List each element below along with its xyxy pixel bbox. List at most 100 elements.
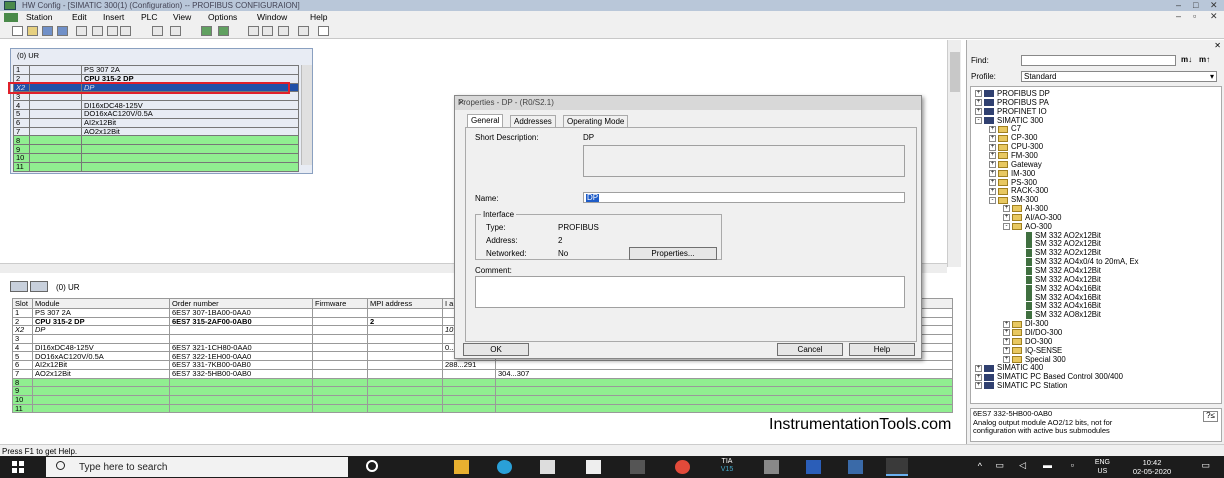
tree-item[interactable]: SM 332 AO4x12Bit [1017, 275, 1101, 284]
rack-row-empty[interactable]: 11 [13, 161, 299, 172]
tab-general[interactable]: General [467, 114, 504, 127]
col-firmware[interactable]: Firmware [312, 298, 368, 309]
name-input[interactable]: DP [583, 192, 905, 203]
tab-addresses[interactable]: Addresses [510, 115, 556, 127]
tree-item[interactable]: + SIMATIC PC Station [975, 381, 1067, 390]
tree-item[interactable]: SM 332 AO2x12Bit [1017, 248, 1101, 257]
expand-icon[interactable]: + [975, 373, 982, 381]
col-mpi-address[interactable]: MPI address [367, 298, 443, 309]
store-icon[interactable] [540, 460, 555, 474]
simatic-manager-icon[interactable] [764, 460, 779, 474]
expand-icon[interactable]: + [1003, 214, 1010, 222]
minimize-icon[interactable]: – [1176, 0, 1181, 10]
copy-icon[interactable] [92, 26, 103, 36]
comment-textarea[interactable] [475, 276, 905, 308]
table-row-empty[interactable]: 8 [12, 377, 953, 388]
tree-item[interactable]: SM 332 AO4x16Bit [1017, 284, 1101, 293]
tree-item[interactable]: + DI/DO-300 [1003, 328, 1062, 337]
tree-item[interactable]: + PROFIBUS DP [975, 89, 1050, 98]
diagnostics-icon[interactable] [298, 26, 309, 36]
tia-portal-icon[interactable]: TIA V15 [715, 458, 739, 476]
tree-item[interactable]: SM 332 AO4x16Bit [1017, 301, 1101, 310]
expand-icon[interactable]: + [989, 134, 996, 142]
rack-row-empty[interactable]: 9 [13, 144, 299, 154]
expand-icon[interactable]: + [1003, 355, 1010, 363]
print-preview-icon[interactable] [120, 26, 131, 36]
tree-item[interactable]: SM 332 AO8x12Bit [1017, 310, 1101, 319]
help-cursor-icon[interactable] [318, 26, 329, 36]
cancel-button[interactable]: Cancel [777, 343, 843, 356]
paste2-icon[interactable] [170, 26, 181, 36]
rack-scrollbar[interactable] [301, 65, 312, 165]
tree-item[interactable]: SM 332 AO4x0/4 to 20mA, Ex [1017, 257, 1139, 266]
file-explorer-icon[interactable] [454, 460, 469, 474]
rack-row-empty[interactable]: 8 [13, 135, 299, 146]
expand-icon[interactable]: + [1003, 320, 1010, 328]
rack-row[interactable]: 4 DI16xDC48-125V [13, 100, 299, 110]
expand-icon[interactable]: + [1003, 205, 1010, 213]
expand-icon[interactable]: + [975, 364, 982, 372]
collapse-icon[interactable]: - [989, 196, 996, 204]
expand-icon[interactable]: + [989, 143, 996, 151]
overview-icon[interactable] [248, 26, 259, 36]
main-vertical-scrollbar[interactable] [947, 40, 961, 267]
table-row-empty[interactable]: 10 [12, 394, 953, 405]
tree-item[interactable]: + DO-300 [1003, 337, 1052, 346]
tree-item[interactable]: + PROFIBUS PA [975, 98, 1049, 107]
find-up-icon[interactable]: m↑ [1199, 55, 1210, 64]
tree-item[interactable]: + AI-300 [1003, 204, 1048, 213]
expand-icon[interactable]: + [989, 152, 996, 160]
edge-icon[interactable] [497, 460, 512, 474]
tree-item[interactable]: SM 332 AO2x12Bit [1017, 231, 1101, 240]
tree-item[interactable]: + IQ-SENSE [1003, 346, 1062, 355]
interface-properties-button[interactable]: Properties... [629, 247, 717, 260]
hw-config-task-icon[interactable] [886, 458, 908, 476]
expand-icon[interactable]: + [1003, 329, 1010, 337]
menu-help[interactable]: Help [310, 12, 327, 22]
tree-item[interactable]: + DI-300 [1003, 319, 1048, 328]
help-button[interactable]: Help [849, 343, 915, 356]
word-icon[interactable] [806, 460, 821, 474]
task-view-icon[interactable] [366, 460, 378, 472]
info-help-icon[interactable]: ?≤ [1203, 411, 1218, 422]
tree-item[interactable]: + CP-300 [989, 133, 1037, 142]
volume-icon[interactable]: ◁ [1019, 460, 1026, 471]
tray-chevron-icon[interactable]: ^ [978, 461, 982, 471]
rack-row[interactable]: 1 PS 307 2A [13, 65, 299, 75]
menu-options[interactable]: Options [208, 12, 237, 22]
menu-window[interactable]: Window [257, 12, 287, 22]
expand-icon[interactable]: + [1003, 338, 1010, 346]
battery-icon[interactable]: ▬ [1043, 460, 1052, 470]
tree-item[interactable]: SM 332 AO4x12Bit [1017, 266, 1101, 275]
open-icon[interactable] [27, 26, 38, 36]
expand-icon[interactable]: + [989, 161, 996, 169]
table-row-empty[interactable]: 11 [12, 403, 953, 414]
nav-forward-icon[interactable] [30, 281, 48, 292]
tree-item[interactable]: - SIMATIC 300 [975, 116, 1043, 125]
close-icon[interactable]: ✕ [1210, 0, 1218, 11]
tree-item[interactable]: + SIMATIC PC Based Control 300/400 [975, 372, 1123, 381]
tree-item[interactable]: + SIMATIC 400 [975, 363, 1043, 372]
col-slot[interactable]: Slot [12, 298, 33, 309]
expand-icon[interactable]: + [975, 108, 982, 116]
rack-row[interactable]: 6 AI2x12Bit [13, 117, 299, 128]
clock[interactable]: 10:42 02-05-2020 [1124, 458, 1180, 476]
tree-item[interactable]: + IM-300 [989, 169, 1035, 178]
nav-back-icon[interactable] [10, 281, 28, 292]
network-tray-icon[interactable]: ▭ [995, 460, 1004, 471]
tree-item[interactable]: + Special 300 [1003, 355, 1066, 364]
menu-plc[interactable]: PLC [141, 12, 158, 22]
expand-icon[interactable]: + [989, 178, 996, 186]
tree-item[interactable]: SM 332 AO4x16Bit [1017, 293, 1101, 302]
tree-item[interactable]: + PS-300 [989, 178, 1037, 187]
language-indicator[interactable]: ENG US [1095, 458, 1110, 476]
table-row-empty[interactable]: 9 [12, 386, 953, 396]
tree-item[interactable]: - SM-300 [989, 195, 1038, 204]
expand-icon[interactable]: + [975, 382, 982, 390]
col-order-number[interactable]: Order number [169, 298, 313, 309]
tree-item[interactable]: - AO-300 [1003, 222, 1052, 231]
input-icon[interactable]: ▫ [1071, 460, 1074, 470]
expand-icon[interactable]: + [989, 187, 996, 195]
collapse-icon[interactable]: - [1003, 223, 1010, 231]
mdi-close-icon[interactable]: ✕ [1210, 11, 1218, 22]
